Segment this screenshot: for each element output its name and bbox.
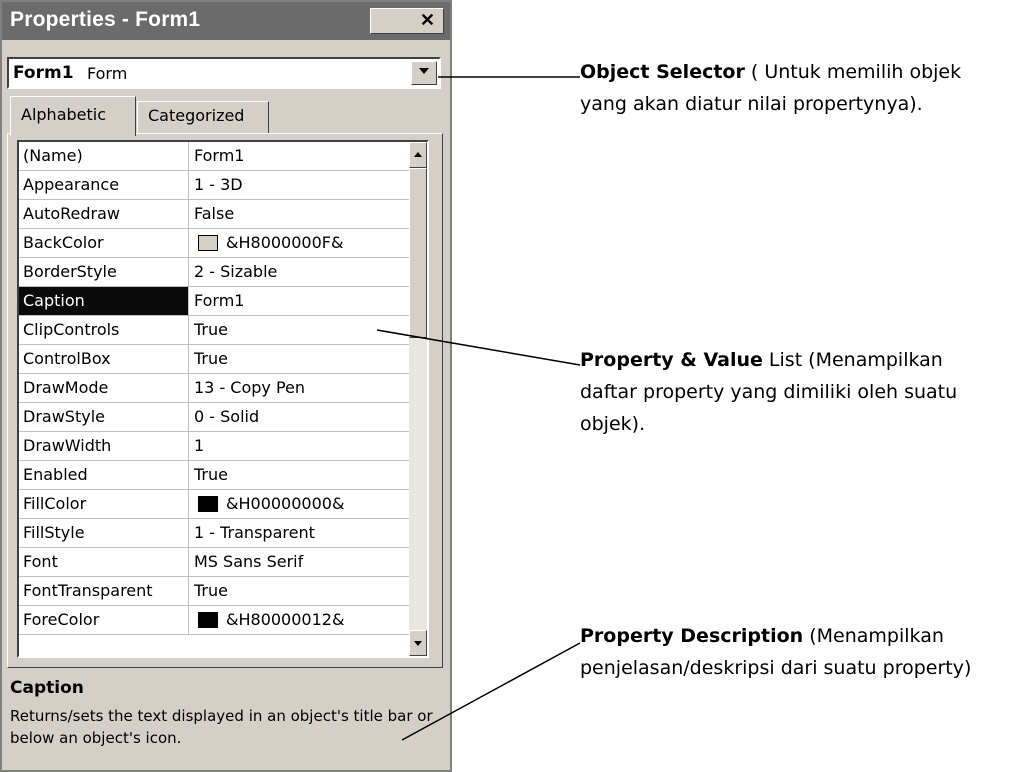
tab-categorized[interactable]: Categorized [137, 101, 269, 133]
annotation-bold: Property Description [580, 625, 804, 647]
tab-label: Categorized [148, 106, 245, 125]
tab-alphabetic[interactable]: Alphabetic [10, 96, 136, 136]
annotation-bold: Property & Value [580, 349, 763, 371]
annotation-bold: Object Selector [580, 61, 745, 83]
annotation-object-selector: Object Selector ( Untuk memilih objek ya… [580, 56, 1000, 120]
annotation-property-description: Property Description (Menampilkan penjel… [580, 620, 1000, 684]
annotation-line-description [401, 642, 581, 741]
annotation-line-list [376, 329, 581, 366]
annotation-property-list: Property & Value List (Menampilkan dafta… [580, 344, 1000, 440]
tab-label: Alphabetic [21, 105, 107, 124]
